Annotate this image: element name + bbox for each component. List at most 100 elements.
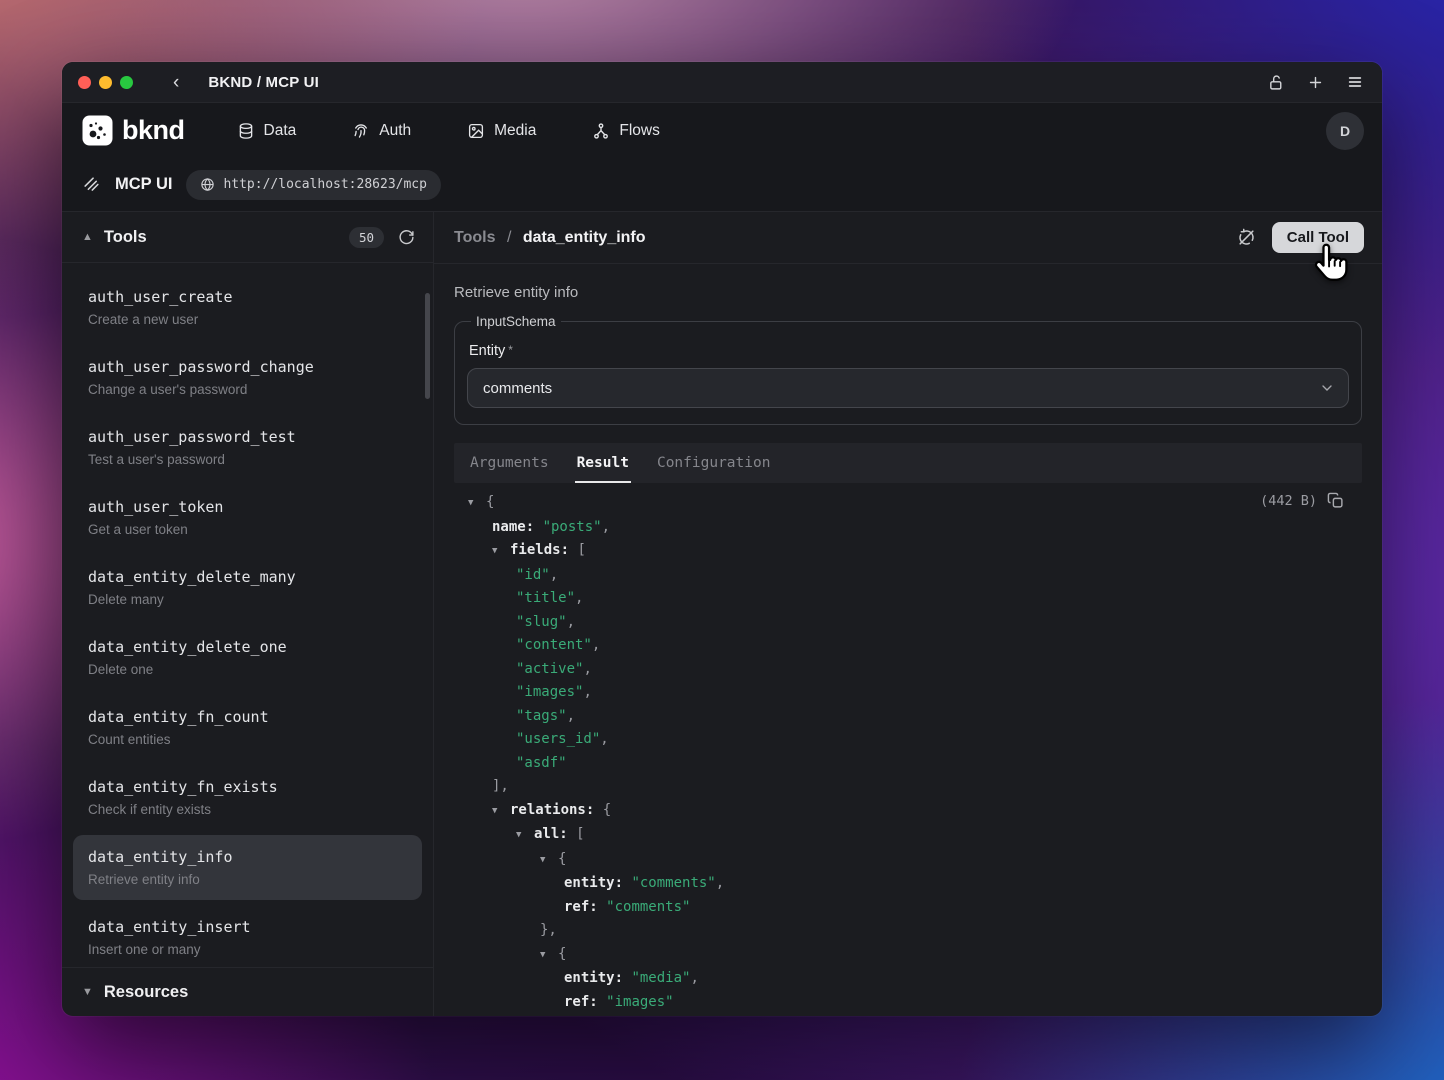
brand-name: bknd — [122, 115, 185, 146]
window-titlebar: ‹ BKND / MCP UI — [62, 62, 1382, 103]
collapse-caret-icon[interactable]: ▼ — [492, 540, 510, 564]
tab-arguments[interactable]: Arguments — [456, 443, 563, 483]
breadcrumb-current: data_entity_info — [523, 229, 646, 246]
tool-detail-header: Tools / data_entity_info Call Tool — [434, 212, 1382, 264]
tool-list-item[interactable]: auth_user_createCreate a new user — [73, 275, 422, 340]
minimize-window-button[interactable] — [99, 76, 112, 89]
collapse-caret-icon[interactable]: ▼ — [468, 492, 486, 516]
unlock-icon[interactable] — [1268, 74, 1285, 91]
fingerprint-icon — [352, 122, 370, 140]
app-navbar: bknd Data Auth Media Flows D — [62, 103, 1382, 158]
refresh-off-icon[interactable] — [1237, 228, 1256, 247]
user-avatar[interactable]: D — [1326, 112, 1364, 150]
new-tab-icon[interactable] — [1307, 74, 1324, 91]
tool-list: auth_user_createCreate a new userauth_us… — [62, 263, 433, 967]
json-result-viewer: (442 B) ▼{name: "posts",▼fields: ["id","… — [454, 483, 1362, 1016]
close-window-button[interactable] — [78, 76, 91, 89]
traffic-lights — [78, 76, 133, 89]
tool-name: data_entity_fn_count — [88, 705, 407, 729]
zoom-window-button[interactable] — [120, 76, 133, 89]
tool-list-item[interactable]: data_entity_fn_countCount entities — [73, 695, 422, 760]
json-line: ref: "comments" — [468, 896, 1344, 920]
json-line: "title", — [468, 587, 1344, 611]
copy-result-button[interactable] — [1327, 492, 1344, 509]
tool-detail-panel: Tools / data_entity_info Call Tool Retri… — [434, 212, 1382, 1016]
tool-list-item[interactable]: data_entity_fn_existsCheck if entity exi… — [73, 765, 422, 830]
brand-logo[interactable]: bknd — [82, 115, 185, 146]
input-schema-fieldset: InputSchema Entity* comments — [454, 314, 1362, 425]
window-title: BKND / MCP UI — [208, 74, 319, 91]
nav-item-media[interactable]: Media — [467, 122, 536, 140]
collapse-caret-icon[interactable]: ▼ — [540, 849, 558, 873]
collapse-caret-icon[interactable]: ▼ — [540, 944, 558, 968]
tab-configuration[interactable]: Configuration — [643, 443, 785, 483]
globe-icon — [200, 177, 215, 192]
tool-list-item[interactable]: data_entity_infoRetrieve entity info — [73, 835, 422, 900]
tools-section-header[interactable]: ▲ Tools 50 — [62, 212, 433, 263]
tool-name: data_entity_fn_exists — [88, 775, 407, 799]
tool-desc: Delete many — [88, 590, 407, 610]
input-schema-legend: InputSchema — [471, 314, 561, 329]
json-line: entity: "comments", — [468, 872, 1344, 896]
tool-list-item[interactable]: data_entity_delete_oneDelete one — [73, 625, 422, 690]
resources-section-header[interactable]: ▼ Resources — [62, 967, 433, 1016]
mcp-icon — [82, 175, 101, 194]
json-line: ▼{ — [468, 943, 1344, 968]
sidebar-scrollbar-thumb[interactable] — [425, 293, 430, 399]
json-line: "id", — [468, 564, 1344, 588]
tool-list-item[interactable]: auth_user_password_changeChange a user's… — [73, 345, 422, 410]
breadcrumb: Tools / data_entity_info — [454, 229, 646, 247]
tool-desc: Insert one or many — [88, 940, 407, 960]
json-line: ▼fields: [ — [468, 539, 1344, 564]
nav-item-label: Media — [494, 122, 536, 140]
entity-select-value: comments — [483, 380, 552, 397]
copy-icon — [1327, 492, 1344, 509]
tool-list-item[interactable]: data_entity_insertInsert one or many — [73, 905, 422, 967]
collapse-caret-icon[interactable]: ▼ — [492, 800, 510, 824]
tool-name: auth_user_password_change — [88, 355, 407, 379]
tool-list-item[interactable]: auth_user_tokenGet a user token — [73, 485, 422, 550]
refresh-icon[interactable] — [398, 229, 415, 246]
tool-list-item[interactable]: auth_user_password_testTest a user's pas… — [73, 415, 422, 480]
tool-list-item[interactable]: data_entity_delete_manyDelete many — [73, 555, 422, 620]
breadcrumb-separator: / — [507, 229, 511, 246]
json-line: "content", — [468, 634, 1344, 658]
nav-item-label: Auth — [379, 122, 411, 140]
nav-item-data[interactable]: Data — [237, 122, 297, 140]
tool-desc: Check if entity exists — [88, 800, 407, 820]
tool-desc: Get a user token — [88, 520, 407, 540]
nav-item-label: Data — [264, 122, 297, 140]
bknd-logo-icon — [82, 115, 113, 146]
json-line: entity: "media", — [468, 967, 1344, 991]
result-size-label: (442 B) — [1260, 493, 1317, 509]
json-line: ], — [468, 775, 1344, 799]
tab-result[interactable]: Result — [563, 443, 643, 483]
call-tool-button[interactable]: Call Tool — [1272, 222, 1364, 253]
menu-icon[interactable] — [1346, 74, 1364, 90]
nav-item-auth[interactable]: Auth — [352, 122, 411, 140]
chevron-down-icon — [1319, 380, 1335, 396]
tool-name: data_entity_insert — [88, 915, 407, 939]
tool-desc: Change a user's password — [88, 380, 407, 400]
entity-select[interactable]: comments — [467, 368, 1349, 408]
collapse-caret-icon[interactable]: ▼ — [516, 824, 534, 848]
json-line: ▼{ — [468, 491, 1344, 516]
json-line: "slug", — [468, 611, 1344, 635]
json-line: "tags", — [468, 705, 1344, 729]
tool-name: data_entity_delete_many — [88, 565, 407, 589]
json-lines: ▼{name: "posts",▼fields: ["id","title","… — [468, 491, 1344, 1014]
server-url-pill[interactable]: http://localhost:28623/mcp — [186, 170, 441, 200]
json-line: "images", — [468, 681, 1344, 705]
subheader-title: MCP UI — [115, 175, 172, 194]
json-line: }, — [468, 919, 1344, 943]
tools-section-title: Tools — [104, 228, 147, 247]
breadcrumb-section[interactable]: Tools — [454, 229, 495, 246]
entity-field-label: Entity* — [469, 343, 1349, 359]
tools-sidebar: ▲ Tools 50 auth_user_createCreate a new … — [62, 212, 434, 1016]
mcp-subheader: MCP UI http://localhost:28623/mcp — [62, 158, 1382, 212]
back-button[interactable]: ‹ — [173, 73, 179, 92]
nav-item-flows[interactable]: Flows — [592, 122, 659, 140]
image-icon — [467, 122, 485, 140]
json-line: "users_id", — [468, 728, 1344, 752]
json-line: ▼relations: { — [468, 799, 1344, 824]
